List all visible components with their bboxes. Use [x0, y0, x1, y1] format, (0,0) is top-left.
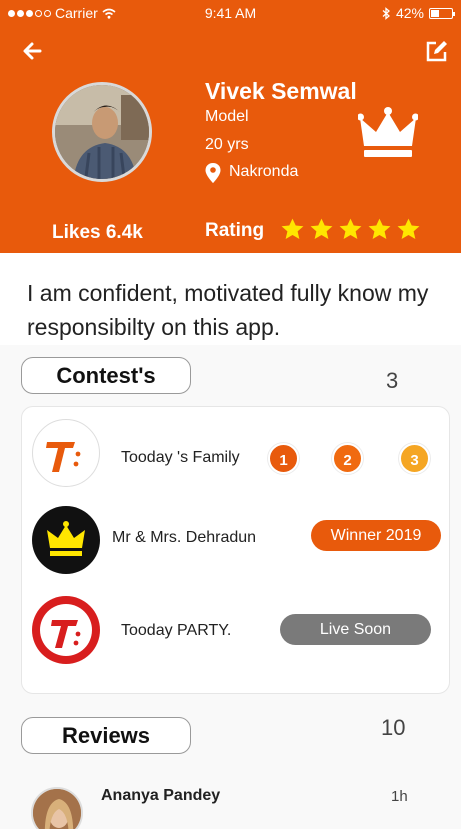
likes-count: Likes 6.4k — [52, 222, 143, 243]
status-bar: Carrier 9:41 AM 42% — [0, 0, 461, 26]
star-icon — [310, 218, 333, 239]
contest-name-dehradun[interactable]: Mr & Mrs. Dehradun — [112, 529, 256, 547]
tooday-party-logo-icon — [32, 596, 100, 664]
profile-screen: Carrier 9:41 AM 42% Vivek Semwal Model 2… — [0, 0, 461, 829]
rank-1-badge: 1 — [268, 443, 299, 474]
reviews-title[interactable]: Reviews — [21, 717, 191, 754]
star-icon — [281, 218, 304, 239]
star-icon — [397, 218, 420, 239]
tooday-logo-icon — [32, 419, 100, 487]
status-right: 42% — [382, 5, 455, 21]
live-soon-badge[interactable]: Live Soon — [280, 614, 431, 645]
location-pin-icon — [205, 163, 221, 183]
edit-icon[interactable] — [424, 38, 450, 64]
profile-age: 20 yrs — [205, 136, 249, 153]
star-icon — [339, 218, 362, 239]
profile-name: Vivek Semwal — [205, 78, 357, 104]
rank-3-badge: 3 — [399, 443, 430, 474]
contests-title[interactable]: Contest's — [21, 357, 191, 394]
rating-label: Rating — [205, 220, 265, 241]
profile-bio: I am confident, motivated fully know my … — [27, 280, 429, 340]
dehradun-crown-logo-icon — [32, 506, 100, 574]
reviews-count: 10 — [381, 715, 406, 740]
back-arrow-icon[interactable] — [20, 38, 46, 64]
reviewer-name[interactable]: Ananya Pandey — [101, 787, 220, 805]
winner-badge[interactable]: Winner 2019 — [311, 520, 441, 551]
contest-name-family[interactable]: Tooday 's Family — [121, 449, 240, 467]
battery-percent: 42% — [395, 5, 424, 21]
profile-header: Vivek Semwal Model 20 yrs Nakronda Likes… — [0, 26, 461, 253]
profile-profession: Model — [205, 108, 249, 125]
profile-location: Nakronda — [229, 163, 299, 180]
crown-icon — [358, 107, 418, 157]
contest-name-party[interactable]: Tooday PARTY. — [121, 622, 231, 640]
star-icon — [368, 218, 391, 239]
contests-count: 3 — [386, 368, 399, 393]
battery-icon — [429, 7, 455, 19]
rank-2-badge: 2 — [332, 443, 363, 474]
review-time: 1h — [391, 788, 408, 805]
contests-card: Tooday 's Family 1 2 3 Mr & Mrs. Dehradu… — [21, 406, 450, 694]
profile-avatar[interactable] — [52, 82, 152, 182]
bluetooth-icon — [382, 6, 390, 20]
rating-stars — [280, 217, 421, 242]
